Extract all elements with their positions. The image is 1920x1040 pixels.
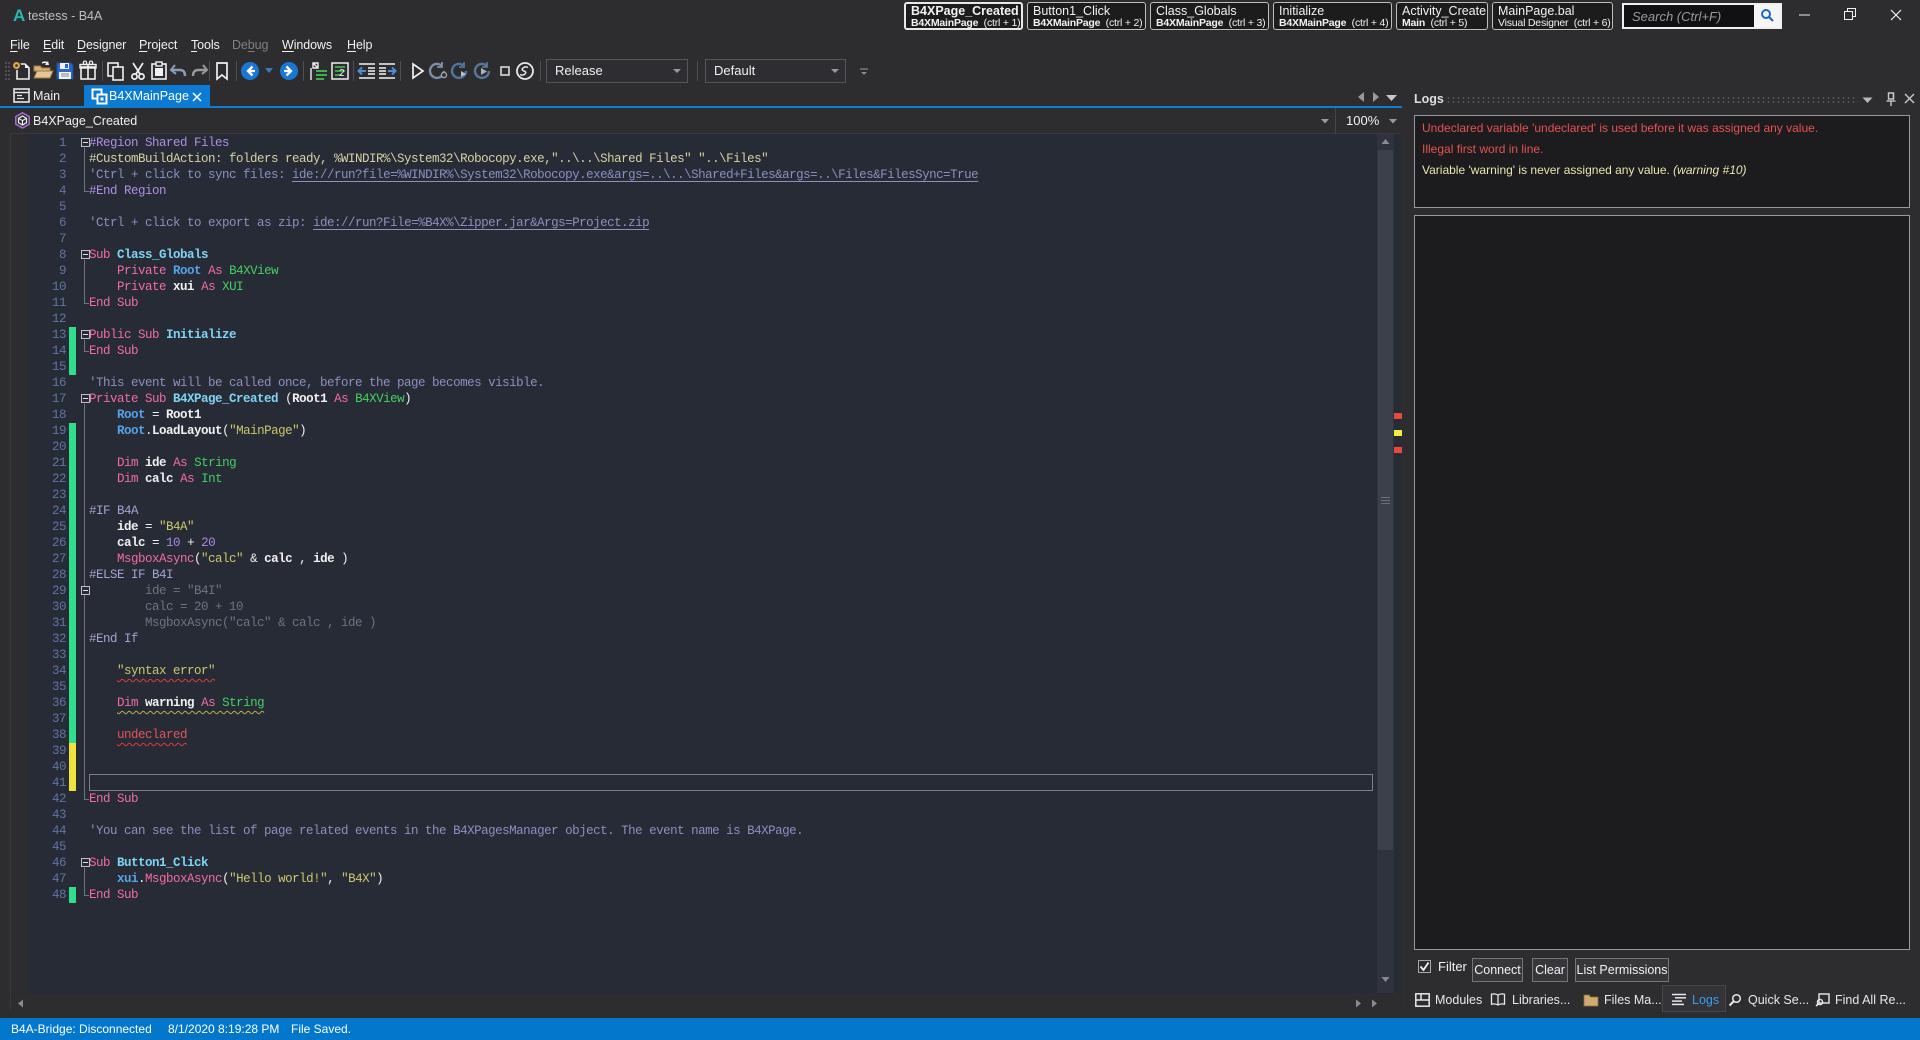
- svg-text:2: 2: [339, 68, 345, 79]
